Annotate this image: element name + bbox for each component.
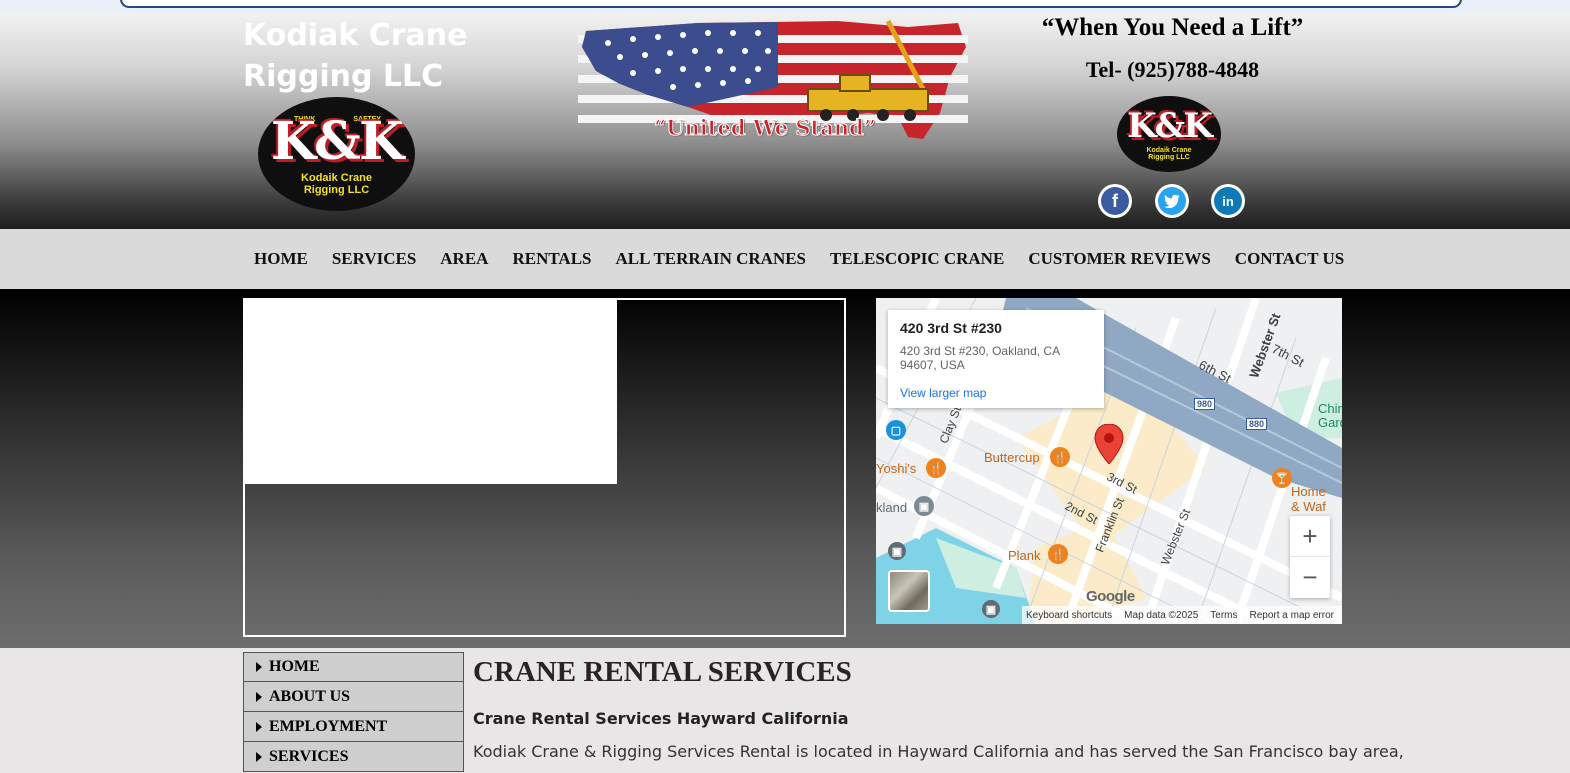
map-footer: Keyboard shortcuts Map data ©2025 Terms … (1022, 606, 1342, 624)
bar-icon[interactable]: 🍸 (1272, 468, 1292, 488)
map-label-980: 980 (1194, 398, 1216, 410)
caret-right-icon (256, 721, 262, 732)
train-station-icon[interactable]: ▣ (982, 600, 1000, 618)
site-header: Kodiak Crane Rigging LLC THINK SAFTEY K&… (0, 13, 1570, 229)
sidebar-item-about-us[interactable]: ABOUT US (243, 682, 464, 712)
nav-customer-reviews[interactable]: CUSTOMER REVIEWS (1028, 249, 1210, 269)
map-label-chin-garden: ChirGarde (1318, 401, 1342, 430)
caret-right-icon (256, 691, 262, 702)
location-pin-icon[interactable] (1094, 424, 1124, 464)
caret-right-icon (256, 662, 262, 672)
train-station-icon[interactable]: ▣ (888, 542, 906, 560)
google-logo: Google (1086, 588, 1135, 605)
map-label-home-waffle: Home & Waf (1291, 484, 1326, 514)
map-label-oakland: kland (876, 500, 908, 515)
logo-name: Kodaik Crane Rigging LLC (301, 172, 372, 196)
nav-contact-us[interactable]: CONTACT US (1235, 249, 1344, 269)
nav-all-terrain-cranes[interactable]: ALL TERRAIN CRANES (616, 249, 807, 269)
zoom-in-button[interactable]: + (1290, 516, 1330, 557)
satellite-view-toggle[interactable] (888, 570, 930, 612)
view-larger-map-link[interactable]: View larger map (900, 386, 1092, 400)
logo-name: Kodaik Crane Rigging LLC (1146, 147, 1192, 162)
nav-telescopic-crane[interactable]: TELESCOPIC CRANE (830, 249, 1004, 269)
page-title: CRANE RENTAL SERVICES (473, 656, 852, 688)
main-content: CRANE RENTAL SERVICES Crane Rental Servi… (473, 656, 1404, 761)
slider-image-placeholder (245, 300, 617, 484)
phone-number: Tel- (925)788-4848 (1085, 57, 1260, 82)
restaurant-icon[interactable]: 🍴 (1048, 544, 1068, 564)
restaurant-icon[interactable]: 🍴 (1050, 447, 1070, 467)
transit-icon[interactable]: ▢ (886, 420, 906, 440)
page-subtitle: Crane Rental Services Hayward California (473, 709, 849, 728)
sidebar-item-services[interactable]: SERVICES (243, 742, 464, 772)
united-we-stand-caption: “United We Stand” (654, 115, 877, 141)
twitter-bird-icon (1164, 194, 1180, 208)
twitter-icon[interactable] (1155, 184, 1189, 218)
report-map-error-link[interactable]: Report a map error (1250, 610, 1334, 621)
browser-top-strip (0, 0, 1570, 13)
logo-letters: K&K (1127, 106, 1213, 146)
nav-area[interactable]: AREA (440, 249, 488, 269)
map-zoom-control: + − (1290, 516, 1330, 598)
caret-right-icon (256, 751, 262, 762)
map-data-text: Map data ©2025 (1124, 609, 1199, 621)
zoom-out-button[interactable]: − (1290, 557, 1330, 598)
image-slider[interactable] (243, 298, 846, 637)
site-title: Kodiak Crane Rigging LLC (243, 18, 468, 94)
map-info-card: 420 3rd St #230 420 3rd St #230, Oakland… (888, 310, 1104, 408)
nav-services[interactable]: SERVICES (332, 249, 416, 269)
sidebar-item-home[interactable]: HOME (243, 652, 464, 682)
museum-icon[interactable]: ▣ (914, 496, 934, 516)
map-label-buttercup: Buttercup (984, 450, 1040, 465)
map-label-yoshis: Yoshi's (876, 461, 917, 476)
address-bar[interactable] (120, 0, 1462, 8)
map-label-880: 880 (1246, 418, 1268, 430)
map-card-address: 420 3rd St #230, Oakland, CA 94607, USA (900, 344, 1060, 372)
map-label-plank: Plank (1008, 548, 1041, 563)
facebook-icon[interactable]: f (1098, 184, 1132, 218)
company-logo-small[interactable]: K&K Kodaik Crane Rigging LLC (1117, 96, 1221, 172)
logo-letters: K&K (270, 111, 404, 172)
map-card-title: 420 3rd St #230 (900, 320, 1002, 336)
sidebar-item-employment[interactable]: EMPLOYMENT (243, 712, 464, 742)
terms-link[interactable]: Terms (1210, 610, 1237, 621)
embedded-google-map[interactable]: 6th St 7th St Webster St Clay St 3rd St … (876, 298, 1342, 624)
slogan: “When You Need a Lift” (1041, 14, 1304, 41)
nav-rentals[interactable]: RENTALS (512, 249, 591, 269)
main-navigation: HOME SERVICES AREA RENTALS ALL TERRAIN C… (0, 229, 1570, 289)
linkedin-icon[interactable]: in (1211, 184, 1245, 218)
company-logo[interactable]: THINK SAFTEY K&K Kodaik Crane Rigging LL… (258, 97, 415, 211)
nav-home[interactable]: HOME (254, 249, 308, 269)
intro-paragraph: Kodiak Crane & Rigging Services Rental i… (473, 742, 1404, 761)
keyboard-shortcuts-link[interactable]: Keyboard shortcuts (1026, 610, 1112, 621)
sidebar-menu: HOME ABOUT US EMPLOYMENT SERVICES (243, 652, 464, 772)
restaurant-icon[interactable]: 🍴 (926, 458, 946, 478)
